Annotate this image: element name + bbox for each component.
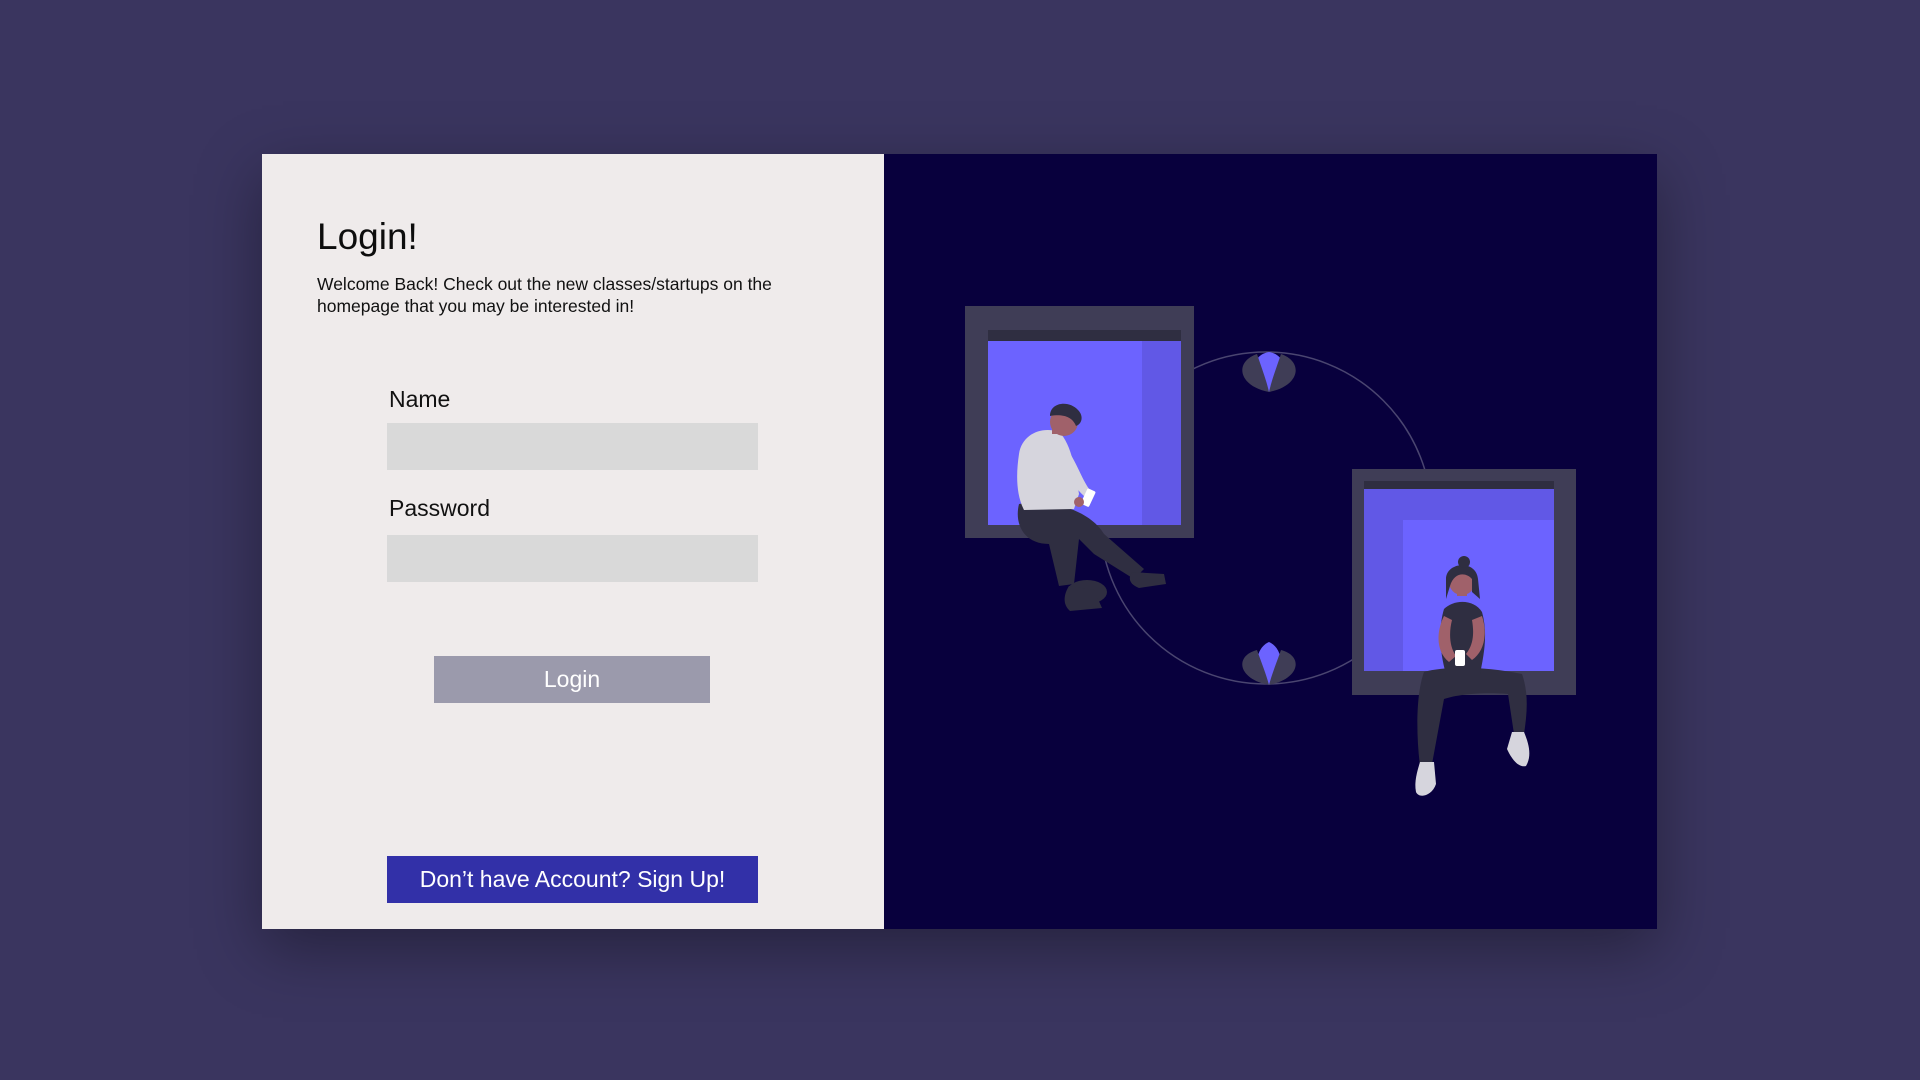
plant-bottom (1242, 642, 1296, 685)
password-input[interactable] (387, 535, 758, 582)
login-card: Login! Welcome Back! Check out the new c… (262, 154, 1657, 929)
illustration-panel (884, 154, 1657, 929)
people-sitting-in-windows-illustration (965, 306, 1576, 796)
name-label: Name (389, 386, 451, 412)
name-input[interactable] (387, 423, 758, 470)
login-button[interactable]: Login (434, 656, 710, 703)
welcome-message: Welcome Back! Check out the new classes/… (317, 274, 772, 316)
plant-top (1242, 352, 1296, 392)
signup-button[interactable]: Don’t have Account? Sign Up! (387, 856, 758, 903)
page-title: Login! (317, 216, 418, 257)
login-form-panel: Login! Welcome Back! Check out the new c… (262, 154, 884, 929)
password-label: Password (389, 495, 490, 521)
